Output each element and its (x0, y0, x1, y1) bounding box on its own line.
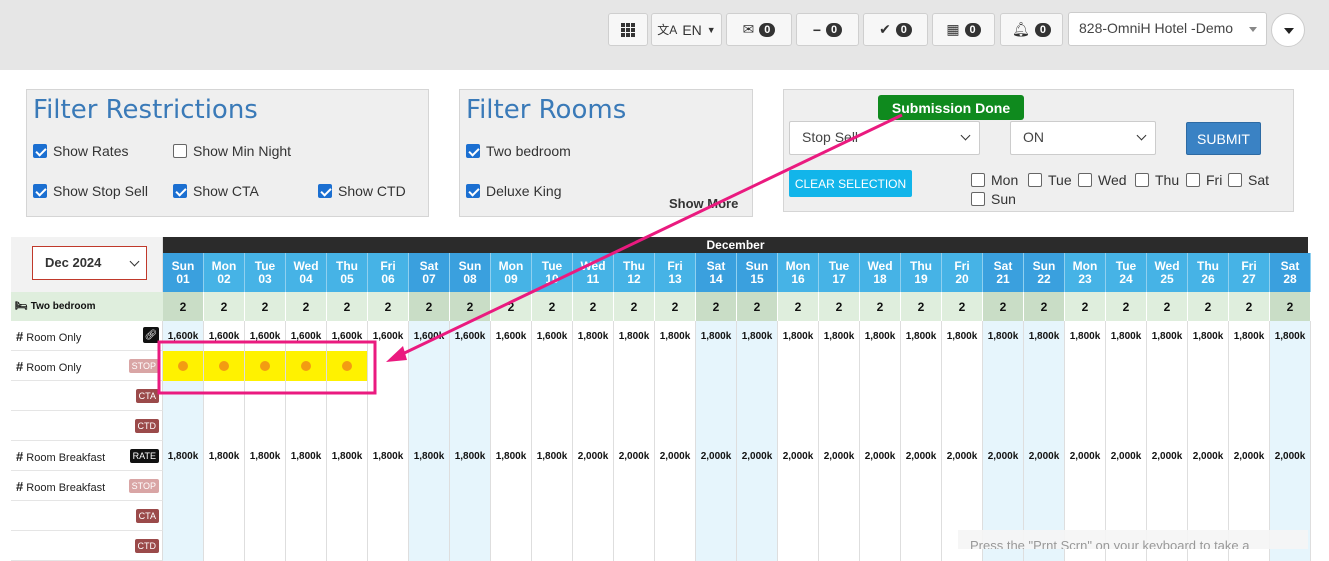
highlight-box (157, 340, 377, 395)
arrow-head-icon (386, 346, 407, 362)
watermark-tooltip: Press the "Prnt Scrn" on your keyboard t… (958, 530, 1308, 549)
annotation-arrow (393, 113, 903, 360)
annotation-overlay (157, 113, 903, 395)
